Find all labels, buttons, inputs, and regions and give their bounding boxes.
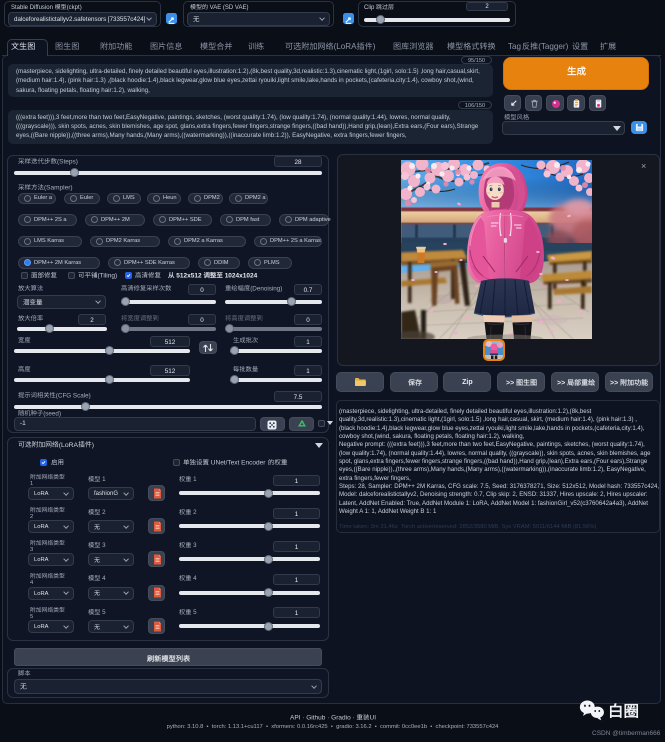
- svg-text:1024x1024: 1024x1024: [223, 272, 258, 279]
- svg-text:UNet/Text Encoder: UNet/Text Encoder: [209, 460, 267, 467]
- svg-text:3: 3: [100, 542, 106, 549]
- svg-text:4: 4: [191, 575, 197, 582]
- svg-text:>>: >>: [506, 380, 516, 387]
- svg-text:): ): [373, 42, 376, 51]
- svg-text:5: 5: [191, 609, 197, 616]
- svg-text:1: 1: [100, 476, 106, 483]
- svg-text:Stable Diffusion: Stable Diffusion: [11, 5, 55, 11]
- svg-text:512x512: 512x512: [175, 272, 204, 279]
- svg-text:(LoRA: (LoRA: [334, 42, 358, 51]
- svg-text:>>: >>: [557, 380, 567, 387]
- svg-text:UI: UI: [369, 714, 376, 721]
- svg-text:5: 5: [100, 609, 106, 616]
- svg-text:4: 4: [30, 580, 34, 586]
- svg-text:5: 5: [30, 614, 33, 620]
- svg-text:(ckpt): (ckpt): [67, 5, 82, 11]
- svg-text:(Denoising): (Denoising): [250, 285, 282, 292]
- svg-text:2: 2: [100, 509, 106, 516]
- svg-text:Clip: Clip: [364, 5, 376, 11]
- svg-text:1: 1: [191, 476, 197, 483]
- svg-text:): ): [92, 441, 94, 448]
- svg-text:API · Github · Gradio ·: API · Github · Gradio ·: [290, 714, 356, 721]
- svg-text:4: 4: [100, 575, 106, 582]
- svg-text:Tag: Tag: [508, 42, 521, 51]
- svg-text:(LoRA: (LoRA: [59, 441, 79, 448]
- svg-text:(Steps): (Steps): [57, 159, 78, 166]
- svg-text:2: 2: [191, 509, 197, 516]
- svg-text:VAE (SD VAE): VAE (SD VAE): [208, 5, 248, 11]
- svg-text:>>: >>: [610, 380, 620, 387]
- svg-text:(Tiling): (Tiling): [97, 272, 117, 279]
- svg-text:3: 3: [191, 542, 197, 549]
- svg-text:(CFG Scale): (CFG Scale): [56, 392, 91, 399]
- svg-text:(Sampler): (Sampler): [44, 184, 73, 191]
- svg-text:(Tagger): (Tagger): [538, 42, 568, 51]
